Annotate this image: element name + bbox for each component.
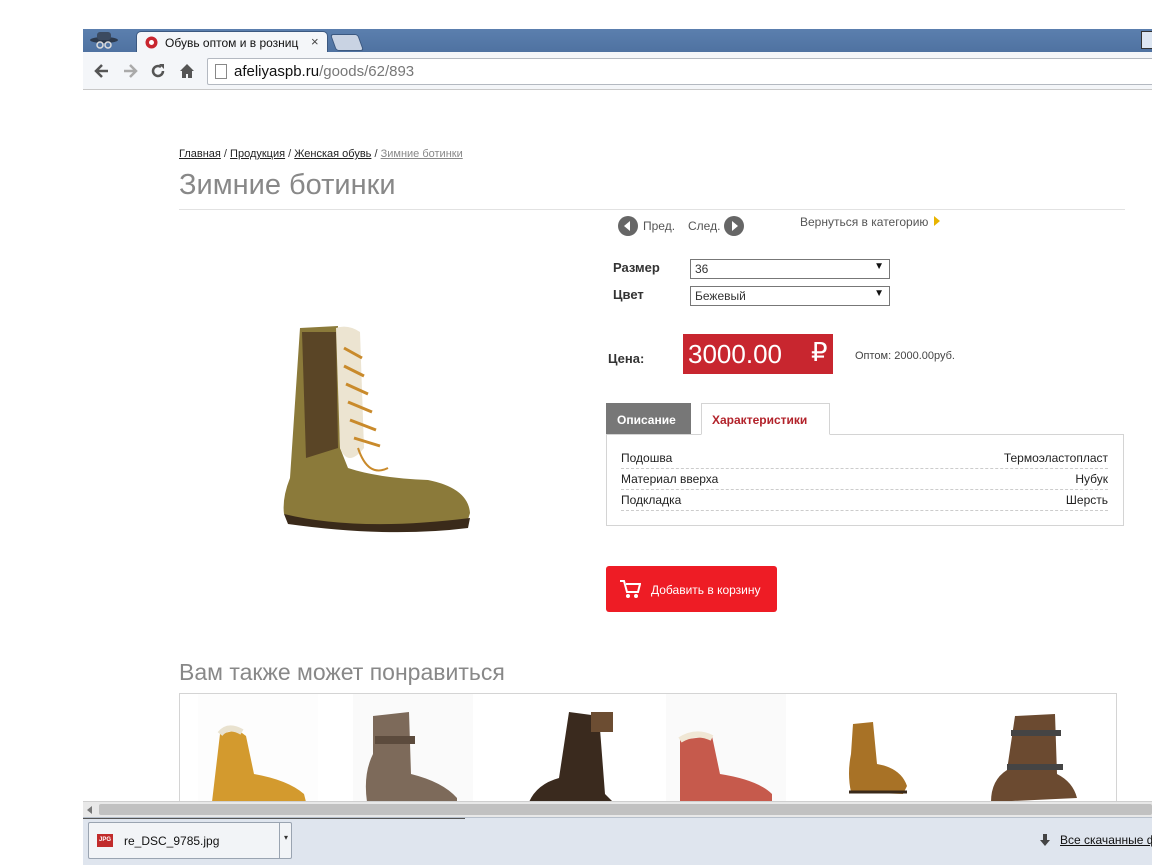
related-title: Вам также может понравиться: [179, 659, 505, 685]
address-bar[interactable]: afeliyaspb.ru/goods/62/893: [207, 58, 1152, 85]
wholesale-price: Оптом: 2000.00руб.: [855, 350, 955, 362]
download-arrow-icon: [1040, 834, 1050, 846]
title-divider: [179, 209, 1125, 210]
download-bar: JPG re_DSC_9785.jpg ▾ Все скачанные ф: [83, 817, 1152, 865]
size-select[interactable]: 36 ▼: [690, 259, 890, 279]
price-badge: 3000.00 ₽: [683, 334, 833, 374]
breadcrumb: Главная / Продукция / Женская обувь / Зи…: [179, 148, 463, 160]
back-to-category-link[interactable]: Вернуться в категорию: [800, 215, 941, 229]
tab-characteristics[interactable]: Характеристики: [701, 403, 830, 435]
tab-title: Обувь оптом и в розниц: [165, 36, 299, 50]
home-icon[interactable]: [177, 61, 197, 81]
url-text[interactable]: afeliyaspb.ru/goods/62/893: [234, 63, 414, 80]
browser-tab-active[interactable]: Обувь оптом и в розниц ×: [136, 31, 328, 53]
related-product-image[interactable]: [198, 694, 318, 802]
related-product-image[interactable]: [666, 694, 786, 802]
related-products: [179, 693, 1117, 802]
color-select[interactable]: Бежевый ▼: [690, 286, 890, 306]
price-label: Цена:: [608, 351, 645, 366]
tab-close-button[interactable]: ×: [311, 34, 319, 49]
incognito-icon: [90, 32, 118, 49]
window-control-button[interactable]: [1141, 31, 1152, 49]
spec-row: Материал вверха Нубук: [621, 469, 1108, 490]
spec-row: Подкладка Шерсть: [621, 490, 1108, 511]
scroll-left-arrow-icon[interactable]: [87, 806, 92, 814]
favicon-icon: [145, 36, 158, 49]
prev-arrow-icon[interactable]: [618, 216, 638, 236]
download-file-name[interactable]: re_DSC_9785.jpg: [124, 834, 219, 848]
chevron-right-icon: [934, 216, 941, 226]
forward-arrow-icon[interactable]: [120, 61, 140, 81]
back-arrow-icon[interactable]: [92, 61, 112, 81]
download-menu-button[interactable]: ▾: [279, 823, 292, 858]
characteristics-panel: Подошва Термоэластопласт Материал вверха…: [606, 434, 1124, 526]
related-product-image[interactable]: [353, 694, 473, 802]
browser-toolbar: afeliyaspb.ru/goods/62/893: [83, 52, 1152, 90]
breadcrumb-home-link[interactable]: Главная: [179, 148, 221, 160]
download-progress-line: [83, 818, 465, 819]
breadcrumb-current: Зимние ботинки: [380, 148, 463, 160]
related-product-image[interactable]: [509, 694, 629, 802]
dropdown-caret-icon: ▼: [874, 288, 884, 299]
add-to-cart-button[interactable]: Добавить в корзину: [606, 566, 777, 612]
currency-symbol: ₽: [811, 337, 828, 367]
breadcrumb-products-link[interactable]: Продукция: [230, 148, 285, 160]
tab-description[interactable]: Описание: [606, 403, 691, 435]
page-title: Зимние ботинки: [179, 169, 396, 201]
price-value: 3000.00: [688, 339, 782, 369]
jpg-file-icon: JPG: [97, 834, 113, 847]
dropdown-caret-icon: ▼: [874, 261, 884, 272]
reload-icon[interactable]: [148, 61, 168, 81]
breadcrumb-womens-link[interactable]: Женская обувь: [294, 148, 371, 160]
product-image[interactable]: [278, 318, 478, 538]
download-item[interactable]: JPG re_DSC_9785.jpg ▾: [88, 822, 292, 859]
related-product-image[interactable]: [977, 694, 1097, 802]
related-product-image[interactable]: [821, 694, 941, 802]
next-arrow-icon[interactable]: [724, 216, 744, 236]
page-icon: [215, 64, 227, 79]
horizontal-scrollbar[interactable]: [83, 801, 1152, 818]
scrollbar-thumb[interactable]: [99, 804, 1152, 815]
browser-tab-strip: Обувь оптом и в розниц ×: [83, 29, 1152, 53]
new-tab-button[interactable]: [329, 34, 365, 51]
next-link[interactable]: След.: [688, 219, 720, 233]
cart-icon: [620, 580, 641, 598]
spec-row: Подошва Термоэластопласт: [621, 448, 1108, 469]
size-label: Размер: [613, 260, 660, 275]
color-label: Цвет: [613, 287, 644, 302]
prev-link[interactable]: Пред.: [643, 219, 675, 233]
